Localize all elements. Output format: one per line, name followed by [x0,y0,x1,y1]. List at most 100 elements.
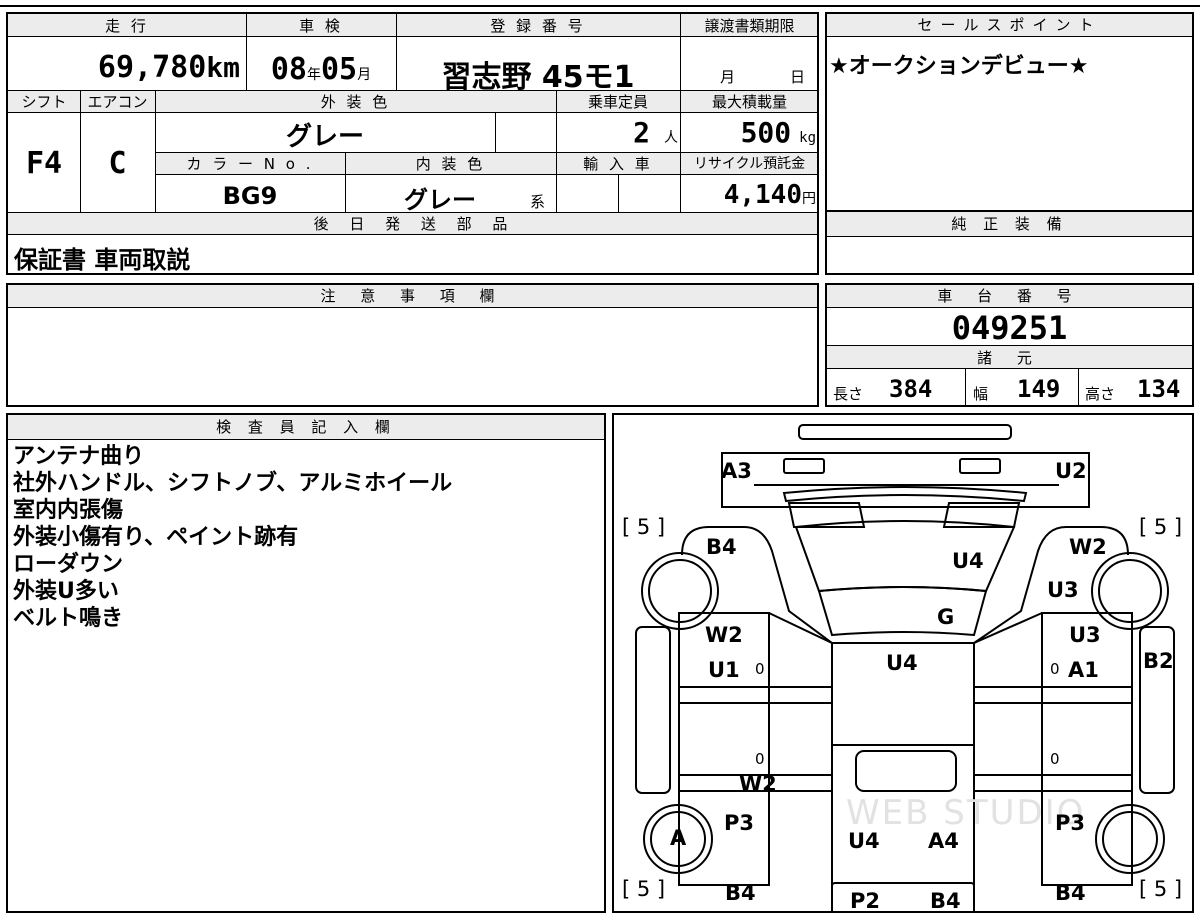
mark-p2-bottom: P2 [850,889,881,913]
capacity-value: 2人 [556,116,678,149]
max-load-number: 500 [740,116,792,149]
mark-u1-left: U1 [708,658,740,682]
mark-zero: 0 [755,660,765,678]
inspection-year: 08 [270,52,307,87]
specs-label: 諸 元 [977,349,1042,367]
interior-color-value: グレー [404,186,476,214]
mark-b4-bottom-mid: B4 [930,889,961,913]
year-unit: 年 [307,67,321,83]
recycle-value: 4,140円 [680,180,816,210]
top-edge-strip [0,0,1200,7]
mark-u4-bottom: U4 [848,829,880,853]
capacity-unit: 人 [664,130,678,146]
mark-zero: 0 [1050,660,1060,678]
transfer-month-unit: 月 [720,68,736,86]
remark-line: アンテナ曲り [13,444,145,469]
genuine-equipment-box: 純 正 装 備 [825,210,1194,275]
mark-b4-left: B4 [706,535,737,559]
height-label: 高さ [1085,385,1116,403]
ac-label: エアコン [87,93,148,111]
later-parts-value: 保証書 車両取説 [14,246,191,274]
mark-five-tr: [ 5 ] [1139,515,1183,539]
chassis-value: 049251 [951,309,1068,347]
later-parts-label: 後 日 発 送 部 品 [313,215,516,233]
mileage-label: 走 行 [105,17,149,35]
length-label: 長さ [833,385,864,403]
mileage-value: 69,780km [8,50,240,85]
recycle-number: 4,140 [723,180,802,210]
inspector-label: 検 査 員 記 入 欄 [8,415,604,440]
mark-u3-right: U3 [1069,623,1101,647]
mark-five-bl: [ 5 ] [622,877,666,901]
import-label: 輸 入 車 [583,155,653,173]
mark-zero: 0 [755,750,765,768]
max-load-label: 最大積載量 [711,93,787,111]
mark-w2-bottom: W2 [739,772,777,796]
inspector-remarks: アンテナ曲り 社外ハンドル、シフトノブ、アルミホイール 室内内張傷 外装小傷有り… [13,443,452,632]
diagram-watermark: WEB STUDIO [846,793,1086,833]
mark-a1-right: A1 [1068,658,1099,682]
month-unit: 月 [357,67,372,83]
interior-color-suffix: 系 [530,193,546,211]
recycle-label: リサイクル預託金 [693,156,806,172]
genuine-equipment-label: 純 正 装 備 [827,212,1192,237]
registration-label: 登 録 番 号 [490,17,586,35]
ac-value: C [108,146,127,181]
remark-line: ローダウン [13,552,124,577]
mark-five-tl: [ 5 ] [622,515,666,539]
mark-a4-bottom: A4 [928,829,959,853]
inspection-value: 08年05月 [246,52,396,87]
mark-u4-hood: U4 [886,651,918,675]
mark-zero: 0 [1050,750,1060,768]
sales-point-label: セールスポイント [827,14,1192,37]
remark-line: ベルト鳴き [13,606,124,631]
mark-w2-right-top: W2 [1069,535,1107,559]
notes-box: 注 意 事 項 欄 [6,283,819,407]
height-value: 134 [1137,375,1181,403]
remark-line: 社外ハンドル、シフトノブ、アルミホイール [13,471,453,496]
mark-u2: U2 [1055,459,1087,483]
chassis-specs-box: 車 台 番 号 049251 諸 元 長さ 384 幅 149 高さ 134 [825,283,1194,407]
mark-a-wheel: A [670,826,687,850]
mileage-unit: km [206,51,240,84]
shift-value: F4 [25,146,63,181]
inspection-label: 車 検 [299,17,343,35]
mark-u3-right-upper: U3 [1047,578,1079,602]
remark-line: 室内内張傷 [13,498,124,523]
mark-b2-right: B2 [1143,649,1174,673]
width-label: 幅 [973,385,989,403]
mark-five-br: [ 5 ] [1139,877,1183,901]
exterior-color-label: 外 装 色 [320,93,391,111]
length-value: 384 [889,375,933,403]
notes-label: 注 意 事 項 欄 [8,285,817,308]
inspection-month: 05 [321,52,358,87]
mark-u4-roof: U4 [952,549,984,573]
color-no-value: BG9 [222,182,278,210]
mark-b4-bottom-right: B4 [1055,881,1086,905]
sales-point-box: セールスポイント ★オークションデビュー★ [825,12,1194,212]
mileage-number: 69,780 [97,50,207,85]
transfer-day-unit: 日 [790,68,806,86]
car-damage-diagram: WEB STUDIO A3 U2 [ 5 ] [ 5 ] B4 W2 U4 U3… [612,413,1194,913]
sales-point-text: ★オークションデビュー★ [829,54,1089,79]
capacity-number: 2 [633,116,650,149]
capacity-label: 乗車定員 [587,93,648,111]
remark-line: 外装小傷有り、ペイント跡有 [13,525,299,550]
inspector-box: 検 査 員 記 入 欄 アンテナ曲り 社外ハンドル、シフトノブ、アルミホイール … [6,413,606,913]
color-no-label: カ ラ ー N o . [186,155,314,173]
mark-w2-left: W2 [705,623,743,647]
recycle-unit: 円 [802,191,816,207]
shift-label: シフト [21,93,67,111]
registration-value: 習志野 45モ1 [441,60,635,95]
max-load-value: 500 kg [680,116,816,149]
exterior-color-value: グレー [285,122,364,152]
mark-b4-bottom-left: B4 [725,881,756,905]
mark-a3: A3 [721,459,752,483]
mark-p3-left: P3 [724,811,755,835]
interior-color-label: 内 装 色 [415,155,486,173]
mark-p3-right: P3 [1055,811,1086,835]
remark-line: 外装U多い [13,579,119,604]
transfer-deadline-label: 譲渡書類期限 [704,17,795,35]
chassis-label: 車 台 番 号 [827,285,1192,308]
mark-g: G [937,605,955,629]
